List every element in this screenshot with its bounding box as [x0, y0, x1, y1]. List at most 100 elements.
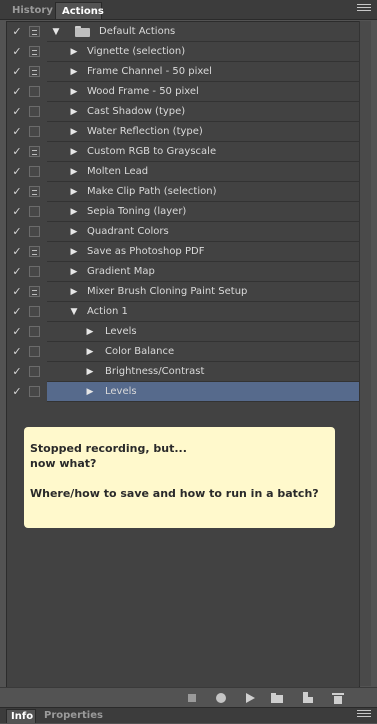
action-row[interactable]: ✓ ▶ Custom RGB to Grayscale — [7, 142, 359, 162]
row-name-cell[interactable]: ▶ Color Balance — [47, 342, 359, 362]
toggle-item-check-icon[interactable]: ✓ — [7, 182, 27, 202]
disclosure-right-icon[interactable]: ▶ — [69, 202, 79, 222]
toggle-dialog-icon[interactable] — [29, 66, 40, 77]
row-name-cell[interactable]: ▶ Frame Channel - 50 pixel — [47, 62, 359, 82]
row-name-cell[interactable]: ▶ Vignette (selection) — [47, 42, 359, 62]
action-row[interactable]: ✓ ▶ Save as Photoshop PDF — [7, 242, 359, 262]
action-row[interactable]: ✓ ▼ Action 1 — [7, 302, 359, 322]
new-set-icon[interactable] — [271, 692, 283, 704]
action-row[interactable]: ✓ ▶ Mixer Brush Cloning Paint Setup — [7, 282, 359, 302]
row-name-cell[interactable]: ▶ Mixer Brush Cloning Paint Setup — [47, 282, 359, 302]
toggle-dialog-icon[interactable] — [29, 166, 40, 177]
toggle-item-check-icon[interactable]: ✓ — [7, 322, 27, 342]
disclosure-right-icon[interactable]: ▶ — [69, 82, 79, 102]
toggle-dialog-icon[interactable] — [29, 306, 40, 317]
toggle-item-check-icon[interactable]: ✓ — [7, 222, 27, 242]
toggle-dialog-icon[interactable] — [29, 26, 40, 37]
toggle-item-check-icon[interactable]: ✓ — [7, 202, 27, 222]
row-name-cell[interactable]: ▶ Gradient Map — [47, 262, 359, 282]
tab-history[interactable]: History — [6, 2, 59, 19]
toggle-dialog-icon[interactable] — [29, 326, 40, 337]
disclosure-right-icon[interactable]: ▶ — [85, 362, 95, 382]
new-action-icon[interactable] — [302, 692, 314, 704]
action-row[interactable]: ✓ ▶ Wood Frame - 50 pixel — [7, 82, 359, 102]
toggle-dialog-icon[interactable] — [29, 86, 40, 97]
toggle-dialog-icon[interactable] — [29, 106, 40, 117]
disclosure-right-icon[interactable]: ▶ — [69, 262, 79, 282]
row-name-cell[interactable]: ▶ Wood Frame - 50 pixel — [47, 82, 359, 102]
toggle-item-check-icon[interactable]: ✓ — [7, 302, 27, 322]
stop-icon[interactable] — [186, 692, 198, 704]
row-name-cell[interactable]: ▶ Levels — [47, 382, 359, 402]
tab-info[interactable]: Info — [6, 709, 36, 723]
action-row[interactable]: ✓ ▶ Gradient Map — [7, 262, 359, 282]
disclosure-down-icon[interactable]: ▼ — [69, 302, 79, 322]
row-name-cell[interactable]: ▶ Sepia Toning (layer) — [47, 202, 359, 222]
disclosure-right-icon[interactable]: ▶ — [85, 322, 95, 342]
toggle-dialog-icon[interactable] — [29, 186, 40, 197]
toggle-dialog-icon[interactable] — [29, 366, 40, 377]
toggle-dialog-icon[interactable] — [29, 206, 40, 217]
toggle-dialog-icon[interactable] — [29, 46, 40, 57]
action-row[interactable]: ✓ ▶ Cast Shadow (type) — [7, 102, 359, 122]
action-row[interactable]: ✓ ▶ Frame Channel - 50 pixel — [7, 62, 359, 82]
action-step-row[interactable]: ✓ ▶ Levels — [7, 382, 359, 402]
disclosure-right-icon[interactable]: ▶ — [69, 62, 79, 82]
toggle-dialog-icon[interactable] — [29, 246, 40, 257]
trash-icon[interactable] — [332, 692, 344, 704]
disclosure-down-icon[interactable]: ▼ — [51, 22, 61, 42]
disclosure-right-icon[interactable]: ▶ — [69, 162, 79, 182]
disclosure-right-icon[interactable]: ▶ — [69, 222, 79, 242]
bottom-panel-menu-icon[interactable] — [357, 710, 371, 720]
row-name-cell[interactable]: ▼ Action 1 — [47, 302, 359, 322]
action-row[interactable]: ✓ ▶ Molten Lead — [7, 162, 359, 182]
toggle-item-check-icon[interactable]: ✓ — [7, 82, 27, 102]
play-icon[interactable] — [244, 692, 256, 704]
action-step-row[interactable]: ✓ ▶ Brightness/Contrast — [7, 362, 359, 382]
toggle-item-check-icon[interactable]: ✓ — [7, 242, 27, 262]
row-name-cell[interactable]: ▶ Levels — [47, 322, 359, 342]
toggle-item-check-icon[interactable]: ✓ — [7, 102, 27, 122]
toggle-item-check-icon[interactable]: ✓ — [7, 42, 27, 62]
toggle-dialog-icon[interactable] — [29, 286, 40, 297]
toggle-item-check-icon[interactable]: ✓ — [7, 382, 27, 402]
row-name-cell[interactable]: ▶ Make Clip Path (selection) — [47, 182, 359, 202]
action-step-row[interactable]: ✓ ▶ Levels — [7, 322, 359, 342]
disclosure-right-icon[interactable]: ▶ — [69, 122, 79, 142]
toggle-dialog-icon[interactable] — [29, 226, 40, 237]
panel-menu-icon[interactable] — [357, 4, 371, 15]
toggle-dialog-icon[interactable] — [29, 146, 40, 157]
action-step-row[interactable]: ✓ ▶ Color Balance — [7, 342, 359, 362]
toggle-dialog-icon[interactable] — [29, 266, 40, 277]
row-name-cell[interactable]: ▼ Default Actions — [47, 22, 359, 42]
toggle-dialog-icon[interactable] — [29, 386, 40, 397]
row-name-cell[interactable]: ▶ Cast Shadow (type) — [47, 102, 359, 122]
toggle-item-check-icon[interactable]: ✓ — [7, 122, 27, 142]
record-icon[interactable] — [215, 692, 227, 704]
row-name-cell[interactable]: ▶ Save as Photoshop PDF — [47, 242, 359, 262]
disclosure-right-icon[interactable]: ▶ — [85, 342, 95, 362]
row-name-cell[interactable]: ▶ Water Reflection (type) — [47, 122, 359, 142]
action-row[interactable]: ✓ ▶ Quadrant Colors — [7, 222, 359, 242]
row-name-cell[interactable]: ▶ Brightness/Contrast — [47, 362, 359, 382]
toggle-item-check-icon[interactable]: ✓ — [7, 282, 27, 302]
disclosure-right-icon[interactable]: ▶ — [85, 382, 95, 402]
action-row[interactable]: ✓ ▶ Vignette (selection) — [7, 42, 359, 62]
disclosure-right-icon[interactable]: ▶ — [69, 282, 79, 302]
action-set-row[interactable]: ✓ ▼ Default Actions — [7, 22, 359, 42]
action-row[interactable]: ✓ ▶ Water Reflection (type) — [7, 122, 359, 142]
disclosure-right-icon[interactable]: ▶ — [69, 242, 79, 262]
disclosure-right-icon[interactable]: ▶ — [69, 182, 79, 202]
disclosure-right-icon[interactable]: ▶ — [69, 42, 79, 62]
toggle-item-check-icon[interactable]: ✓ — [7, 142, 27, 162]
row-name-cell[interactable]: ▶ Custom RGB to Grayscale — [47, 142, 359, 162]
toggle-item-check-icon[interactable]: ✓ — [7, 262, 27, 282]
disclosure-right-icon[interactable]: ▶ — [69, 142, 79, 162]
toggle-dialog-icon[interactable] — [29, 346, 40, 357]
disclosure-right-icon[interactable]: ▶ — [69, 102, 79, 122]
toggle-item-check-icon[interactable]: ✓ — [7, 162, 27, 182]
toggle-dialog-icon[interactable] — [29, 126, 40, 137]
action-row[interactable]: ✓ ▶ Make Clip Path (selection) — [7, 182, 359, 202]
tab-properties[interactable]: Properties — [40, 709, 107, 723]
row-name-cell[interactable]: ▶ Quadrant Colors — [47, 222, 359, 242]
